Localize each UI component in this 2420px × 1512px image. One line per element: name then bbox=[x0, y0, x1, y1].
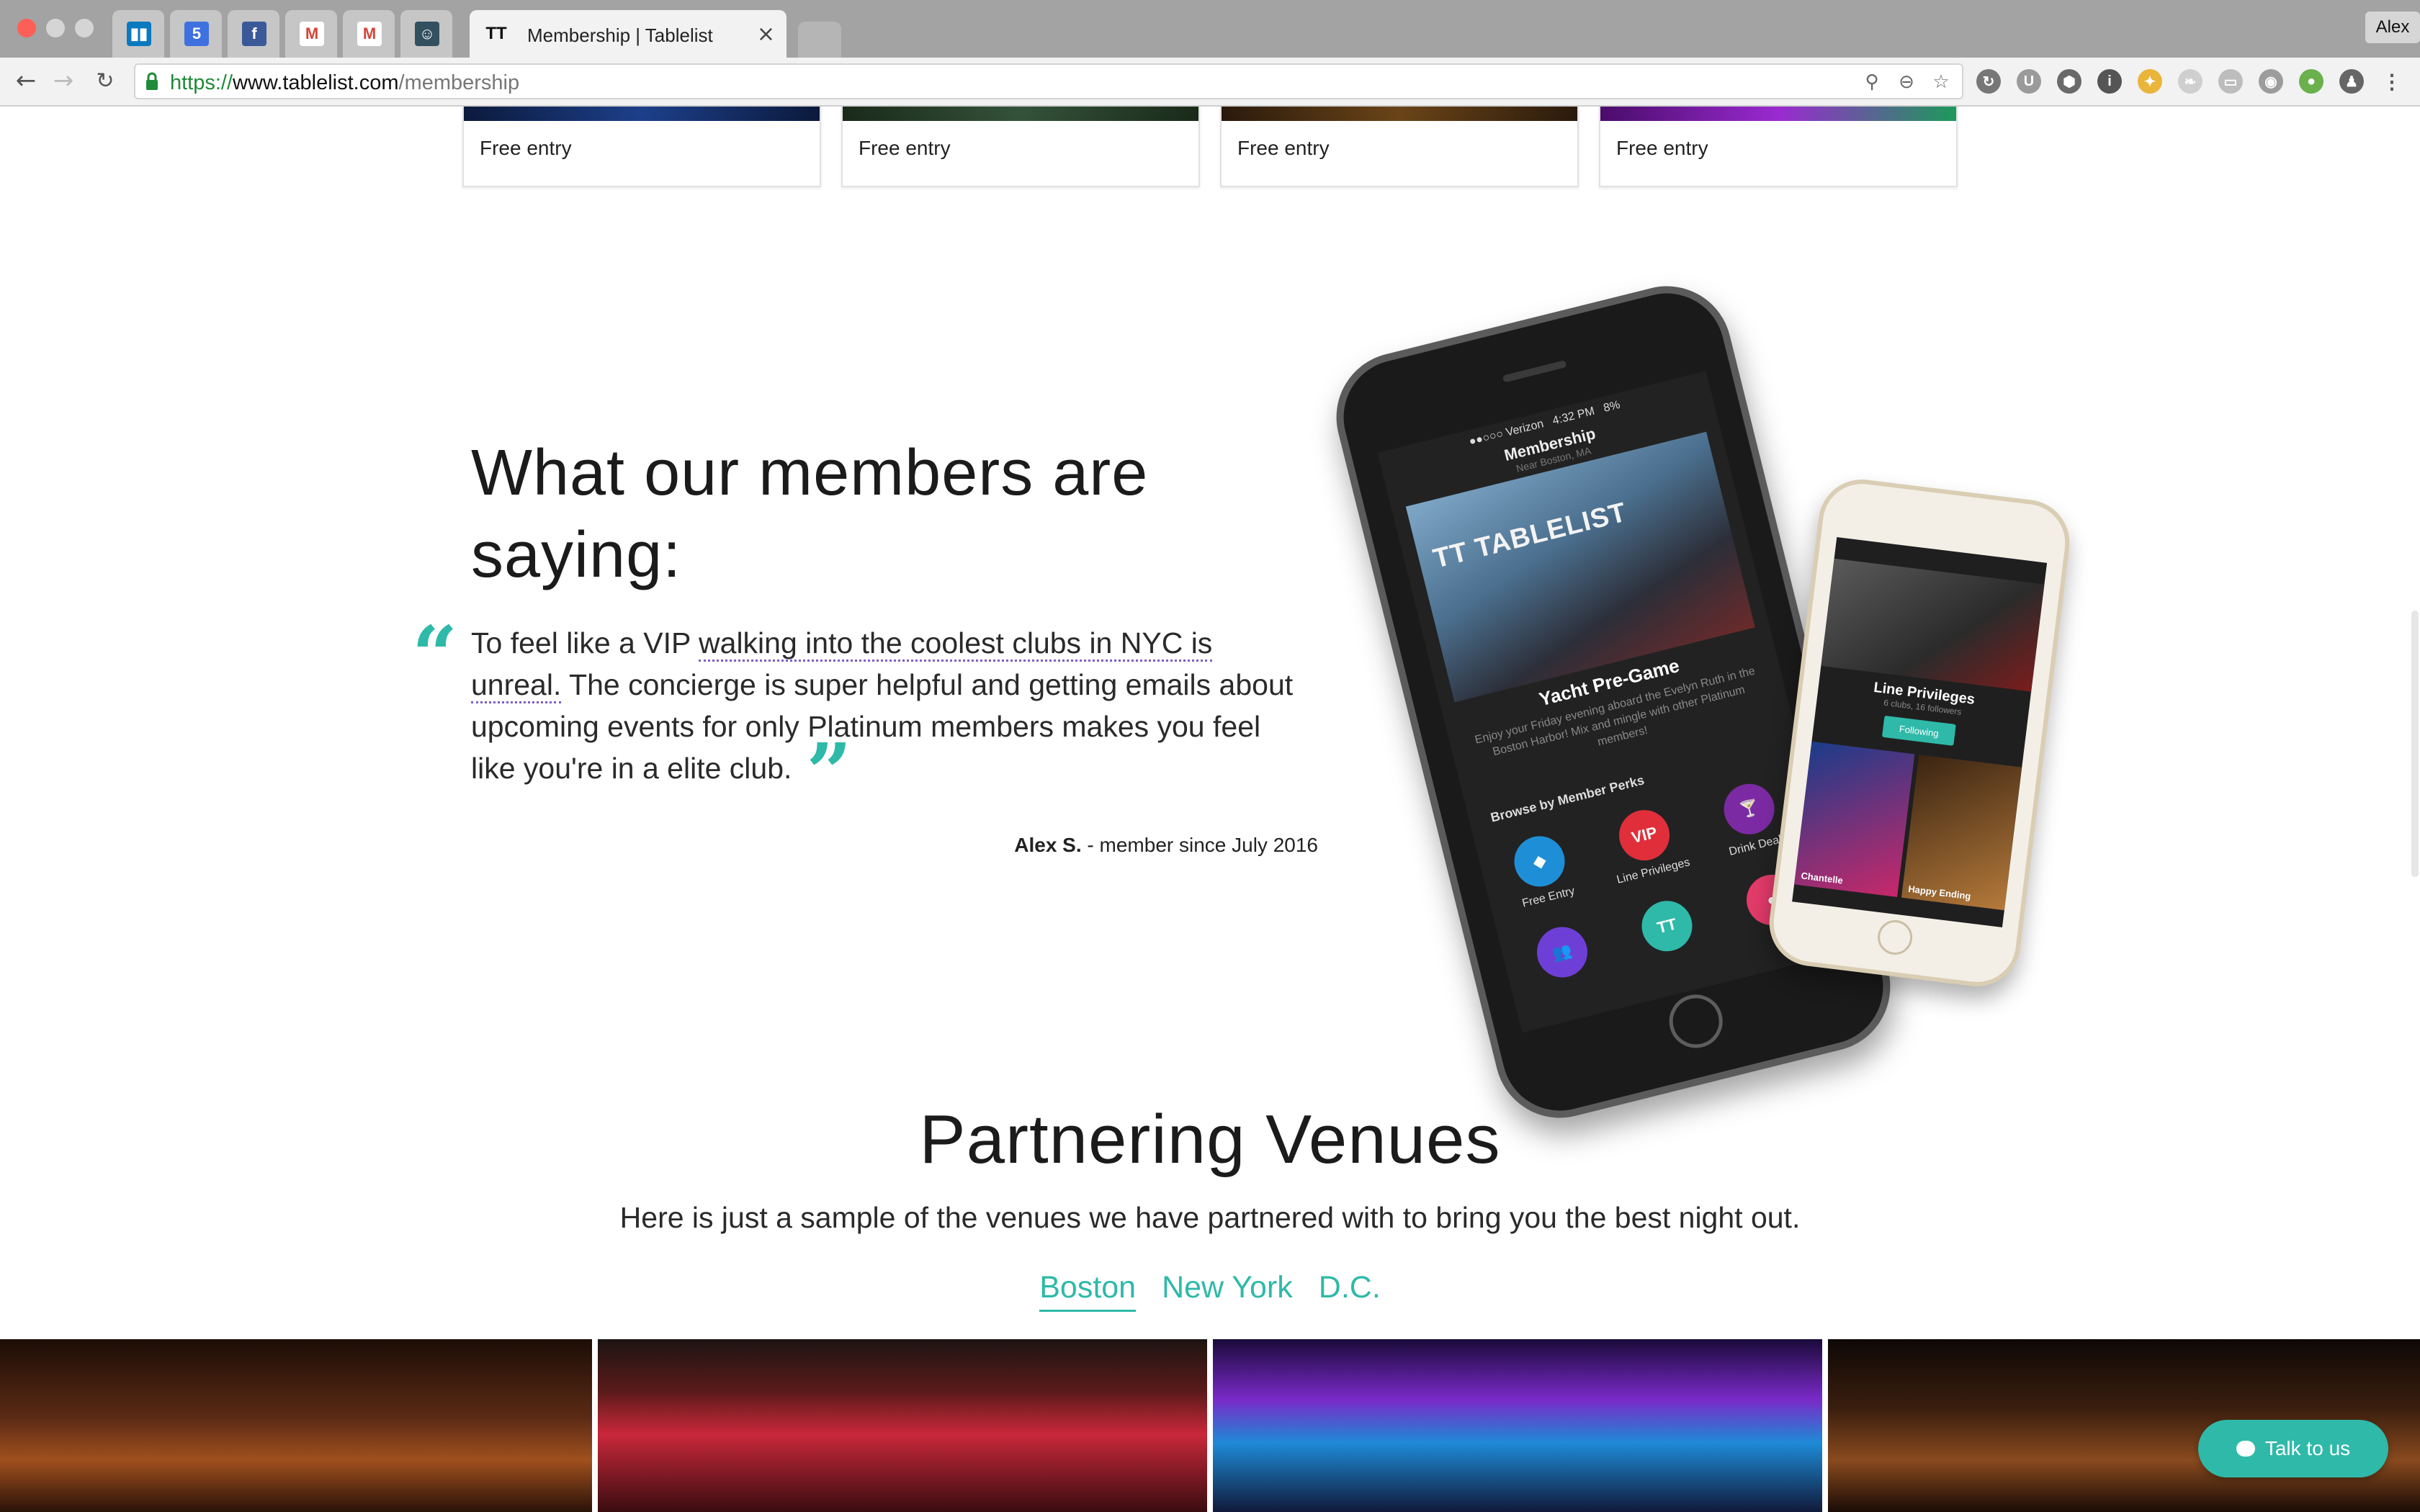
chat-bubble-icon bbox=[2236, 1441, 2255, 1457]
perk-card[interactable]: Free entry bbox=[841, 107, 1200, 187]
extension-sync-icon[interactable]: ↻ bbox=[1976, 69, 2001, 94]
phone-small-screen: Line Privileges 6 clubs, 16 followers Fol… bbox=[1792, 536, 2048, 928]
tablelist-favicon-icon: TT bbox=[485, 24, 507, 43]
browser-toolbar: ← → ↻ https://www.tablelist.com/membersh… bbox=[0, 58, 2420, 107]
trello-icon: ▮▮ bbox=[127, 22, 151, 46]
tab-gmail-1[interactable]: M bbox=[285, 10, 337, 58]
perk-card-image bbox=[1600, 107, 1956, 121]
perk-card-label: Free entry bbox=[480, 137, 572, 159]
phone-speaker bbox=[1502, 360, 1567, 383]
reload-icon[interactable]: ↻ bbox=[89, 65, 121, 96]
venue-tile: Happy Ending bbox=[1901, 755, 2022, 911]
perk-card-image bbox=[464, 107, 820, 121]
gmail-icon: M bbox=[357, 22, 382, 46]
perk-card[interactable]: Free entry bbox=[1599, 107, 1958, 187]
perk-card-image bbox=[1222, 107, 1577, 121]
tab-facebook[interactable]: f bbox=[228, 10, 279, 58]
extension-u-icon[interactable]: U bbox=[2017, 69, 2041, 94]
calendar-icon: 5 bbox=[184, 22, 209, 46]
perk-card-label: Free entry bbox=[1616, 137, 1708, 159]
tab-dc[interactable]: D.C. bbox=[1319, 1270, 1381, 1312]
phone-browse-label: Browse by Member Perks bbox=[1489, 773, 1646, 825]
testimonial-heading: What our members are saying: bbox=[471, 437, 1149, 591]
testimonial-attribution: Alex S. - member since July 2016 bbox=[1014, 834, 1318, 856]
gmail-icon: M bbox=[300, 22, 324, 46]
eyedropper-icon[interactable]: ⚲ bbox=[1861, 71, 1883, 93]
profile-button[interactable]: Alex bbox=[2365, 12, 2420, 43]
extension-icons: ↻ U ⬢ i ✦ ❧ ▭ ◉ ● ♟ ⋮ bbox=[1976, 69, 2404, 94]
bookmark-star-icon[interactable]: ☆ bbox=[1930, 71, 1952, 93]
tab-title: Membership | Tablelist bbox=[527, 24, 713, 46]
phone-home-button bbox=[1663, 989, 1729, 1054]
following-button: Following bbox=[1881, 715, 1956, 746]
tablelist-perk-icon: TT bbox=[1636, 895, 1698, 957]
extension-bulb-icon[interactable]: ✦ bbox=[2138, 69, 2162, 94]
tab-boston[interactable]: Boston bbox=[1039, 1270, 1137, 1312]
extension-camera-icon[interactable]: ◉ bbox=[2259, 69, 2283, 94]
group-perk-icon: 👥 bbox=[1531, 922, 1593, 983]
phone-mockup-small: Line Privileges 6 clubs, 16 followers Fol… bbox=[1764, 474, 2075, 991]
tab-membership-active[interactable]: TT Membership | Tablelist × bbox=[470, 10, 786, 58]
perk-card-label: Free entry bbox=[1237, 137, 1330, 159]
back-icon[interactable]: ← bbox=[10, 65, 42, 96]
tab-jenkins[interactable]: ☺ bbox=[400, 10, 452, 58]
open-quote-icon: “ bbox=[412, 608, 458, 701]
tab-new-york[interactable]: New York bbox=[1162, 1270, 1293, 1312]
new-tab-button[interactable] bbox=[798, 22, 841, 58]
perk-label: Free Entry bbox=[1520, 885, 1577, 910]
browser-tab-bar: ▮▮ 5 f M M ☺ TT Membership | Tablelist ×… bbox=[0, 0, 2420, 58]
phone-small-hero-image bbox=[1821, 558, 2045, 692]
venue-photo[interactable] bbox=[1213, 1339, 1822, 1512]
address-bar[interactable]: https://www.tablelist.com/membership ⚲ ⊖… bbox=[134, 63, 1963, 99]
close-tab-icon[interactable]: × bbox=[757, 22, 775, 47]
tab-calendar[interactable]: 5 bbox=[170, 10, 222, 58]
tab-trello[interactable]: ▮▮ bbox=[112, 10, 164, 58]
extension-lightbulb-icon[interactable]: ● bbox=[2299, 69, 2323, 94]
minimize-window-button[interactable] bbox=[46, 19, 65, 37]
venue-photo[interactable] bbox=[0, 1339, 592, 1512]
talk-to-us-button[interactable]: Talk to us bbox=[2198, 1420, 2388, 1477]
venues-subtitle: Here is just a sample of the venues we h… bbox=[619, 1201, 1801, 1234]
free-entry-perk-icon: ◆ bbox=[1509, 830, 1570, 892]
perk-card-image bbox=[843, 107, 1198, 121]
extension-person-icon[interactable]: ♟ bbox=[2339, 69, 2364, 94]
extension-leaf-icon[interactable]: ❧ bbox=[2178, 69, 2202, 94]
drink-deals-perk-icon: 🍸 bbox=[1718, 778, 1780, 840]
close-window-button[interactable] bbox=[17, 19, 36, 37]
testimonial-author: Alex S. bbox=[1014, 834, 1082, 856]
jenkins-icon: ☺ bbox=[415, 22, 439, 46]
scrollbar[interactable] bbox=[2411, 611, 2419, 877]
menu-icon[interactable]: ⋮ bbox=[2380, 69, 2404, 94]
forward-icon[interactable]: → bbox=[48, 65, 79, 96]
url-text: https://www.tablelist.com/membership bbox=[170, 71, 520, 94]
perk-card[interactable]: Free entry bbox=[1220, 107, 1579, 187]
membership-page: Free entry Free entry Free entry Free en… bbox=[0, 107, 2420, 1512]
extension-info-icon[interactable]: i bbox=[2097, 69, 2122, 94]
phone-small-venue-grid: Chantelle Happy Ending bbox=[1794, 741, 2022, 911]
perk-card-label: Free entry bbox=[859, 137, 951, 159]
venue-photo[interactable] bbox=[598, 1339, 1207, 1512]
extension-chat-icon[interactable]: ▭ bbox=[2218, 69, 2243, 94]
perk-label: Line Privileges bbox=[1615, 856, 1692, 886]
extension-hex-icon[interactable]: ⬢ bbox=[2057, 69, 2081, 94]
testimonial-quote: To feel like a VIP walking into the cool… bbox=[471, 626, 1294, 819]
close-quote-icon: ” bbox=[806, 726, 852, 819]
venue-tile: Chantelle bbox=[1794, 741, 1915, 897]
tab-gmail-2[interactable]: M bbox=[343, 10, 395, 58]
perk-card[interactable]: Free entry bbox=[462, 107, 821, 187]
maximize-window-button[interactable] bbox=[75, 19, 94, 37]
facebook-icon: f bbox=[242, 22, 266, 46]
talk-to-us-label: Talk to us bbox=[2264, 1437, 2351, 1459]
tablelist-flag-text: TT TABLELIST bbox=[1430, 497, 1630, 575]
venues-heading: Partnering Venues bbox=[919, 1101, 1501, 1178]
phone-small-home-button bbox=[1876, 918, 1914, 957]
vip-perk-icon: VIP bbox=[1613, 804, 1675, 866]
city-tabs: Boston New York D.C. bbox=[0, 1270, 2420, 1312]
lock-icon bbox=[146, 72, 158, 90]
zoom-icon[interactable]: ⊖ bbox=[1896, 71, 1917, 93]
